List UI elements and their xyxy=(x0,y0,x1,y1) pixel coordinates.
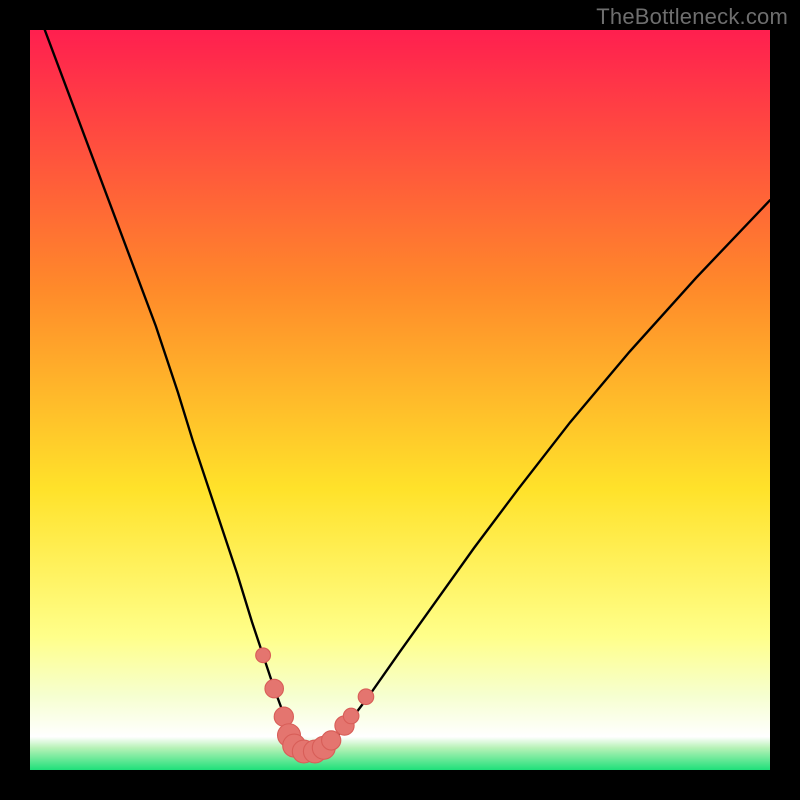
chart-frame: TheBottleneck.com xyxy=(0,0,800,800)
gradient-background xyxy=(30,30,770,770)
chart-plot xyxy=(30,30,770,770)
curve-marker xyxy=(256,648,271,663)
curve-marker xyxy=(358,689,374,705)
curve-marker xyxy=(265,679,284,698)
curve-marker xyxy=(322,731,341,750)
watermark-text: TheBottleneck.com xyxy=(596,4,788,30)
curve-marker xyxy=(343,708,359,724)
